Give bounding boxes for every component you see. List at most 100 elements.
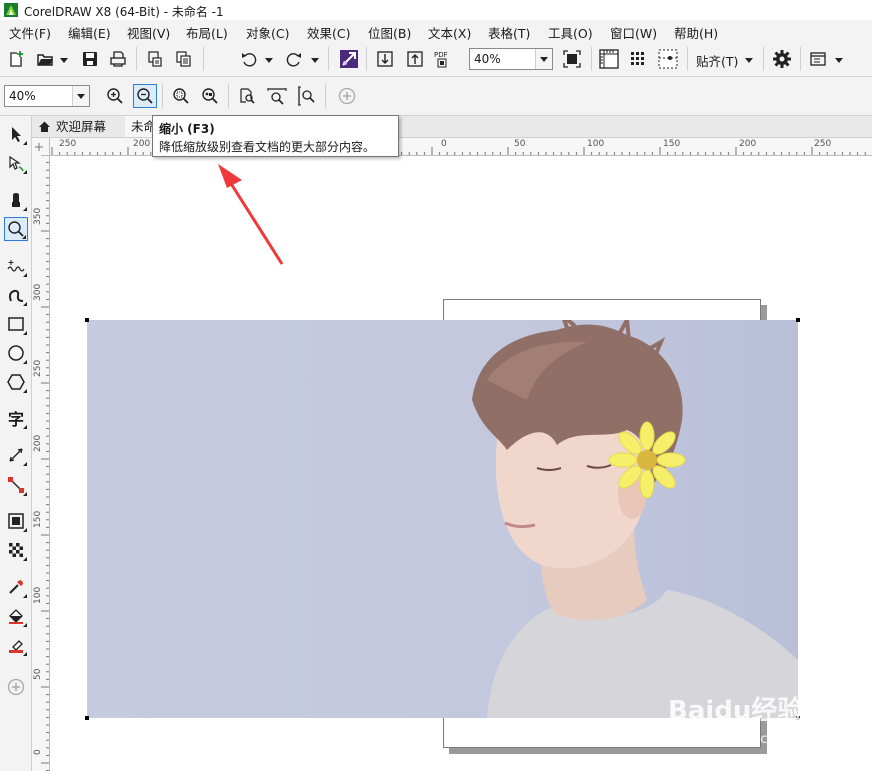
guidelines-icon[interactable] — [656, 47, 680, 71]
pick-tool-icon[interactable] — [4, 122, 28, 146]
selection-handle[interactable] — [85, 716, 89, 720]
tooltip: 缩小 (F3) 降低缩放级别查看文档的更大部分内容。 — [152, 115, 399, 157]
annotation-arrow-icon — [218, 164, 284, 265]
chevron-down-icon[interactable] — [535, 49, 552, 69]
ruler-tick-label: 200 — [33, 434, 43, 452]
snap-to-button[interactable]: 贴齐(T) — [696, 51, 738, 70]
freehand-tool-icon[interactable] — [4, 254, 28, 278]
tab-welcome-label: 欢迎屏幕 — [56, 119, 107, 134]
add-tool-icon[interactable] — [4, 675, 28, 699]
cut-icon[interactable] — [143, 47, 167, 71]
undo-dropdown-caret-icon[interactable] — [265, 58, 273, 63]
ruler-tick-label: 250 — [814, 139, 832, 149]
corel-connect-icon[interactable] — [337, 47, 361, 71]
menu-layout[interactable]: 布局(L) — [186, 23, 228, 42]
open-icon[interactable] — [33, 47, 57, 71]
property-bar: 40% — [0, 77, 872, 116]
export-icon[interactable] — [403, 47, 427, 71]
menu-tools[interactable]: 工具(O) — [548, 23, 593, 42]
home-icon — [39, 121, 50, 132]
ruler-tick-label: 50 — [33, 668, 43, 680]
zoom-to-page-icon[interactable] — [235, 84, 259, 108]
menu-effects[interactable]: 效果(C) — [307, 23, 350, 42]
drop-shadow-tool-icon[interactable] — [4, 509, 28, 533]
selection-handle[interactable] — [796, 318, 800, 322]
rectangle-tool-icon[interactable] — [4, 312, 28, 336]
ruler-tick-label: 300 — [33, 283, 43, 301]
vertical-ruler[interactable]: 350 300 250 200 150 100 50 0 — [32, 155, 50, 771]
full-screen-icon[interactable] — [560, 47, 584, 71]
ruler-tick-label: 150 — [33, 510, 43, 528]
ruler-tick-label: 100 — [33, 586, 43, 604]
ruler-tick-label: 100 — [587, 139, 605, 149]
zoom-to-page-width-icon[interactable] — [265, 84, 289, 108]
text-tool-glyph: 字 — [7, 410, 24, 429]
ruler-tick-label: 50 — [514, 139, 526, 149]
smart-fill-tool-icon[interactable] — [4, 633, 28, 657]
undo-icon[interactable] — [237, 47, 261, 71]
ruler-tick-label: 200 — [133, 139, 151, 149]
tooltip-title: 缩小 (F3) — [159, 122, 215, 136]
launcher-dropdown-caret-icon[interactable] — [835, 58, 843, 63]
add-icon[interactable] — [335, 84, 359, 108]
bitmap-photo[interactable] — [87, 320, 798, 718]
ruler-tick-label: 0 — [441, 139, 447, 149]
menu-bar: 文件(F) 编辑(E) 视图(V) 布局(L) 对象(C) 效果(C) 位图(B… — [0, 20, 872, 42]
zoom-level-select[interactable]: 40% — [469, 48, 553, 70]
menu-view[interactable]: 视图(V) — [127, 23, 170, 42]
open-dropdown-caret-icon[interactable] — [60, 58, 68, 63]
artistic-media-tool-icon[interactable] — [4, 283, 28, 307]
ruler-tick-label: 250 — [33, 359, 43, 377]
application-launcher-icon[interactable] — [806, 47, 830, 71]
transparency-tool-icon[interactable] — [4, 538, 28, 562]
zoom-levels-value: 40% — [9, 89, 36, 103]
chevron-down-icon[interactable] — [72, 86, 89, 106]
new-document-icon[interactable] — [4, 47, 28, 71]
polygon-tool-icon[interactable] — [4, 370, 28, 394]
print-icon[interactable] — [106, 47, 130, 71]
zoom-to-selected-icon[interactable] — [169, 84, 193, 108]
snap-dropdown-caret-icon[interactable] — [745, 58, 753, 63]
settings-icon[interactable] — [770, 47, 794, 71]
ruler-tick-label: 350 — [33, 207, 43, 225]
import-icon[interactable] — [373, 47, 397, 71]
zoom-tool-icon[interactable] — [4, 217, 28, 241]
shape-tool-icon[interactable] — [4, 151, 28, 175]
tab-welcome-screen[interactable]: 欢迎屏幕 — [34, 116, 124, 137]
ellipse-tool-icon[interactable] — [4, 341, 28, 365]
parallel-dimension-tool-icon[interactable] — [4, 443, 28, 467]
connector-tool-icon[interactable] — [4, 473, 28, 497]
menu-table[interactable]: 表格(T) — [488, 23, 530, 42]
standard-toolbar: PDF 40% 贴齐(T) — [0, 42, 872, 77]
redo-dropdown-caret-icon[interactable] — [311, 58, 319, 63]
zoom-to-all-objects-icon[interactable] — [198, 84, 222, 108]
interactive-fill-tool-icon[interactable] — [4, 604, 28, 628]
toolbox: 字 — [0, 116, 32, 771]
menu-object[interactable]: 对象(C) — [246, 23, 289, 42]
eyedropper-tool-icon[interactable] — [4, 575, 28, 599]
baidu-watermark-url: jingyan.baidu.com — [668, 732, 788, 747]
grid-icon[interactable] — [626, 47, 650, 71]
publish-pdf-icon[interactable]: PDF — [431, 47, 455, 71]
window-title: CorelDRAW X8 (64-Bit) - 未命名 -1 — [24, 5, 224, 19]
zoom-out-icon[interactable] — [133, 84, 157, 108]
save-icon[interactable] — [78, 47, 102, 71]
redo-icon[interactable] — [282, 47, 306, 71]
text-tool-icon[interactable]: 字 — [4, 406, 28, 430]
selection-handle[interactable] — [85, 318, 89, 322]
menu-file[interactable]: 文件(F) — [9, 23, 51, 42]
ruler-origin[interactable] — [32, 138, 50, 156]
zoom-levels-select[interactable]: 40% — [4, 85, 90, 107]
copy-icon[interactable] — [171, 47, 195, 71]
menu-help[interactable]: 帮助(H) — [674, 23, 718, 42]
menu-bitmaps[interactable]: 位图(B) — [368, 23, 411, 42]
menu-text[interactable]: 文本(X) — [428, 23, 471, 42]
menu-window[interactable]: 窗口(W) — [610, 23, 657, 42]
rulers-icon[interactable] — [597, 47, 621, 71]
zoom-in-icon[interactable] — [103, 84, 127, 108]
crop-tool-icon[interactable] — [4, 188, 28, 212]
tooltip-description: 降低缩放级别查看文档的更大部分内容。 — [159, 140, 376, 154]
zoom-to-page-height-icon[interactable] — [294, 84, 318, 108]
svg-text:PDF: PDF — [434, 51, 448, 59]
menu-edit[interactable]: 编辑(E) — [68, 23, 111, 42]
